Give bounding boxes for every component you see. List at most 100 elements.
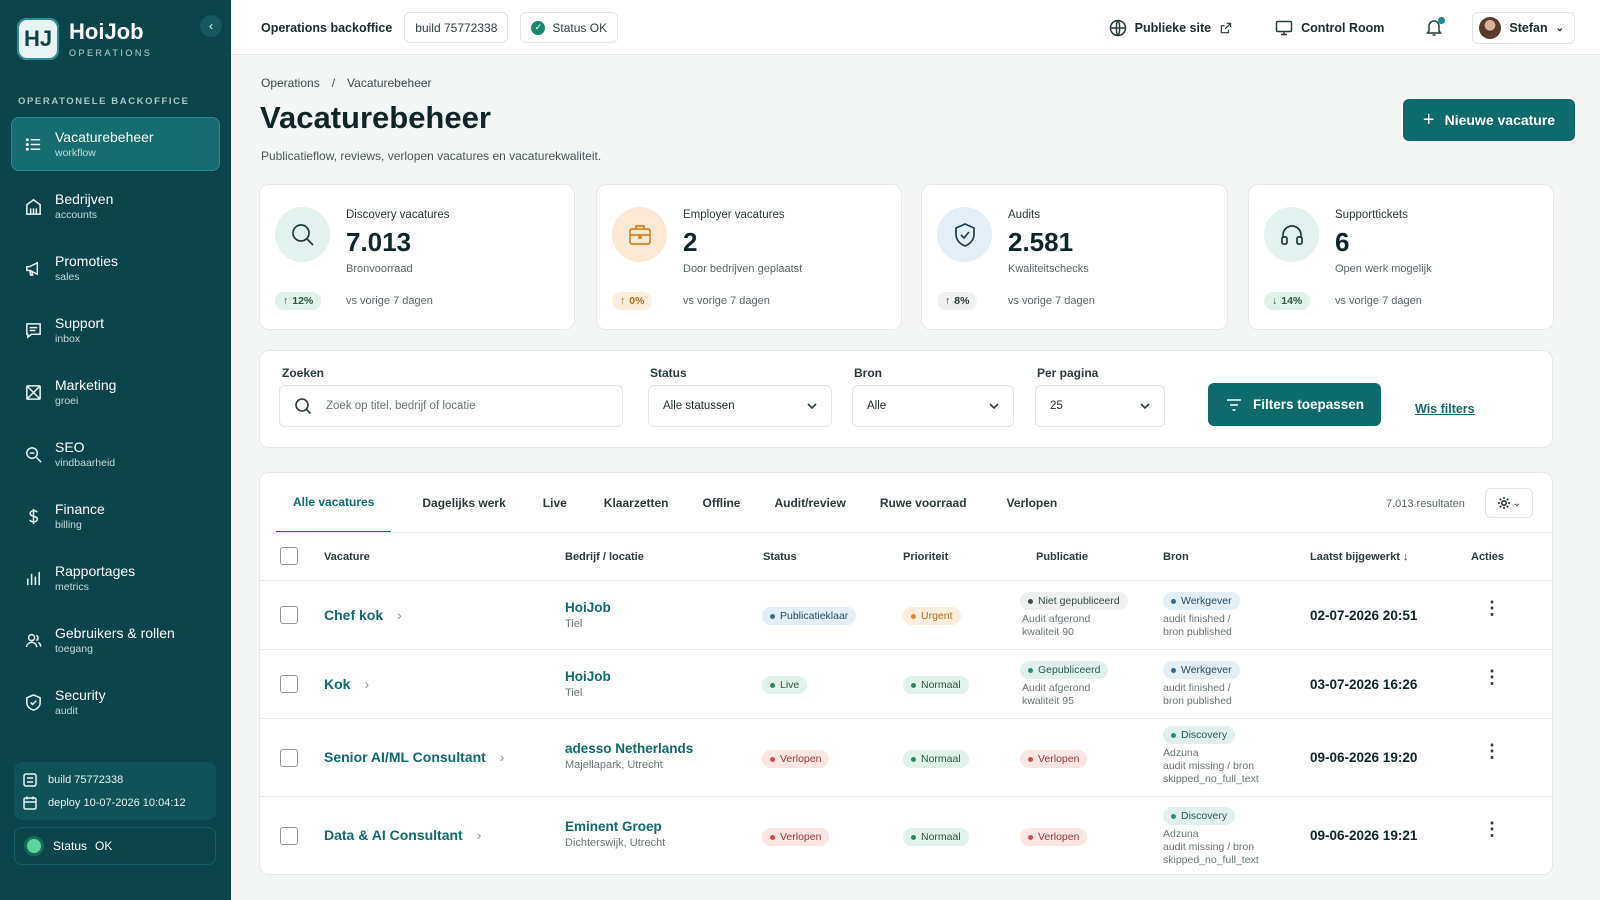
public-site-link[interactable]: Publieke site (1097, 19, 1245, 37)
kpi-card-support[interactable]: Supporttickets 6 Open werk mogelijk ↓ 14%… (1248, 184, 1554, 330)
kpi-desc: Kwaliteitschecks (1008, 263, 1089, 275)
publication-note: Audit afgerond (1022, 613, 1091, 625)
tab-ruwe-voorraad[interactable]: Ruwe voorraad (863, 473, 984, 533)
sidebar-item-security[interactable]: Security audit (11, 675, 220, 729)
row-checkbox[interactable] (280, 606, 298, 624)
tab-audit-review[interactable]: Audit/review (757, 473, 862, 533)
tab-alle-vacatures[interactable]: Alle vacatures (276, 473, 392, 533)
column-settings-button[interactable]: ⌄ (1485, 488, 1533, 518)
chevron-down-icon: ⌄ (1512, 497, 1522, 509)
shield-icon (23, 692, 43, 712)
per-page-select[interactable]: 25 (1035, 385, 1165, 427)
kpi-desc: Door bedrijven geplaatst (683, 263, 803, 275)
status-badge: ✓ Status OK (520, 12, 619, 43)
new-vacancy-button[interactable]: + Nieuwe vacature (1403, 99, 1575, 141)
publication-badge-label: Verlopen (1038, 753, 1080, 765)
tab-live[interactable]: Live (523, 473, 584, 533)
tab-klaarzetten[interactable]: Klaarzetten (584, 473, 686, 533)
sidebar-item-promoties[interactable]: Promoties sales (11, 241, 220, 295)
vacancy-title-link[interactable]: Kok › (324, 676, 369, 692)
collapse-sidebar-button[interactable]: ‹ (200, 15, 222, 37)
tab-offline[interactable]: Offline (685, 473, 757, 533)
vacancy-title: Kok (324, 676, 351, 692)
col-priority[interactable]: Prioriteit (903, 551, 948, 563)
shield-check-icon (937, 207, 992, 262)
col-company[interactable]: Bedrijf / locatie (565, 551, 644, 563)
table-row[interactable]: Chef kok › HoiJob Tiel Publicatieklaar Urg… (260, 581, 1552, 650)
brand-sub: OPERATIONS (69, 47, 153, 58)
tab-verlopen[interactable]: Verlopen (984, 473, 1075, 533)
row-checkbox[interactable] (280, 675, 298, 693)
source-select[interactable]: Alle (852, 385, 1014, 427)
sidebar-item-marketing[interactable]: Marketing groei (11, 365, 220, 419)
sidebar-item-vacaturebeheer[interactable]: Vacaturebeheer workflow (11, 117, 220, 171)
user-menu[interactable]: Stefan ⌄ (1472, 12, 1575, 44)
brand[interactable]: HJ HoiJob OPERATIONS (17, 18, 152, 60)
company-link[interactable]: HoiJob (565, 600, 611, 615)
sidebar-item-gebruikers[interactable]: Gebruikers & rollen toegang (11, 613, 220, 667)
sidebar-item-sub: audit (55, 705, 78, 717)
more-actions-icon[interactable]: ⋮ (1483, 820, 1501, 838)
table-row[interactable]: Data & AI Consultant › Eminent Groep Dicht… (260, 797, 1552, 874)
sidebar-item-sub: vindbaarheid (55, 457, 116, 469)
col-source[interactable]: Bron (1163, 551, 1189, 563)
vacancy-title-link[interactable]: Senior AI/ML Consultant › (324, 749, 504, 765)
kpi-card-discovery[interactable]: Discovery vacatures 7.013 Bronvoorraad ↑… (259, 184, 575, 330)
table-row[interactable]: Kok › HoiJob Tiel Live Normaal Gepubliceer… (260, 650, 1552, 719)
breadcrumb-root[interactable]: Operations (261, 76, 320, 90)
new-vacancy-label: Nieuwe vacature (1444, 112, 1556, 128)
table-row[interactable]: Senior AI/ML Consultant › adesso Netherla… (260, 719, 1552, 797)
notifications-button[interactable] (1414, 16, 1454, 40)
sidebar-item-finance[interactable]: Finance billing (11, 489, 220, 543)
vacancy-title-link[interactable]: Data & AI Consultant › (324, 827, 481, 843)
kpi-label: Employer vacatures (683, 209, 785, 221)
filter-panel: Zoeken Zoek op titel, bedrijf of locatie… (259, 350, 1553, 448)
sidebar-section-label: OPERATONELE BACKOFFICE (18, 96, 190, 107)
search-input[interactable]: Zoek op titel, bedrijf of locatie (279, 385, 623, 427)
select-all-checkbox[interactable] (280, 547, 298, 565)
status-filter-label: Status (650, 366, 687, 380)
clear-filters-link[interactable]: Wis filters (1415, 402, 1475, 416)
chevron-right-icon: › (476, 827, 482, 843)
company-link[interactable]: Eminent Groep (565, 819, 665, 834)
external-link-icon (1220, 22, 1232, 34)
source-note: audit missing / bron (1163, 841, 1255, 853)
row-checkbox[interactable] (280, 827, 298, 845)
row-checkbox[interactable] (280, 749, 298, 767)
company-link[interactable]: HoiJob (565, 669, 611, 684)
col-publication[interactable]: Publicatie (1036, 551, 1088, 563)
kpi-card-audits[interactable]: Audits 2.581 Kwaliteitschecks ↑ 8% vs vor… (921, 184, 1228, 330)
control-room-link[interactable]: Control Room (1263, 19, 1396, 37)
more-actions-icon[interactable]: ⋮ (1483, 742, 1501, 760)
col-updated[interactable]: Laatst bijgewerkt ↓ (1310, 551, 1408, 563)
plus-icon: + (1422, 108, 1435, 131)
build-info: build 75772338 deploy 10-07-2026 10:04:1… (14, 762, 216, 820)
sidebar-item-support[interactable]: Support inbox (11, 303, 220, 357)
publication-note: Audit afgerond (1022, 682, 1091, 694)
company-link[interactable]: adesso Netherlands (565, 741, 693, 756)
kpi-delta-value: 12% (292, 295, 314, 307)
mail-icon (23, 382, 43, 402)
sidebar-item-sub: workflow (55, 147, 96, 159)
sidebar-item-label: Vacaturebeheer (55, 129, 154, 145)
vacancy-title-link[interactable]: Chef kok › (324, 607, 402, 623)
logo: HJ (17, 18, 59, 60)
chevron-down-icon (807, 403, 817, 410)
source-note: bron published (1163, 626, 1232, 638)
topbar: Operations backoffice build 75772338 ✓ St… (231, 0, 1600, 55)
more-actions-icon[interactable]: ⋮ (1483, 668, 1501, 686)
col-vacancy[interactable]: Vacature (324, 551, 370, 563)
tab-dagelijks-werk[interactable]: Dagelijks werk (391, 473, 522, 533)
more-actions-icon[interactable]: ⋮ (1483, 599, 1501, 617)
sidebar-item-seo[interactable]: SEO vindbaarheid (11, 427, 220, 481)
kpi-compare: vs vorige 7 dagen (1335, 295, 1422, 307)
kpi-value: 7.013 (346, 227, 412, 257)
sidebar-item-bedrijven[interactable]: Bedrijven accounts (11, 179, 220, 233)
col-status[interactable]: Status (763, 551, 797, 563)
publication-badge-label: Verlopen (1038, 831, 1080, 843)
kpi-card-employer[interactable]: Employer vacatures 2 Door bedrijven gepl… (596, 184, 902, 330)
apply-filters-button[interactable]: Filters toepassen (1208, 383, 1381, 426)
vacancy-title: Senior AI/ML Consultant (324, 749, 486, 765)
status-select[interactable]: Alle statussen (648, 385, 832, 427)
sidebar-item-rapportages[interactable]: Rapportages metrics (11, 551, 220, 605)
